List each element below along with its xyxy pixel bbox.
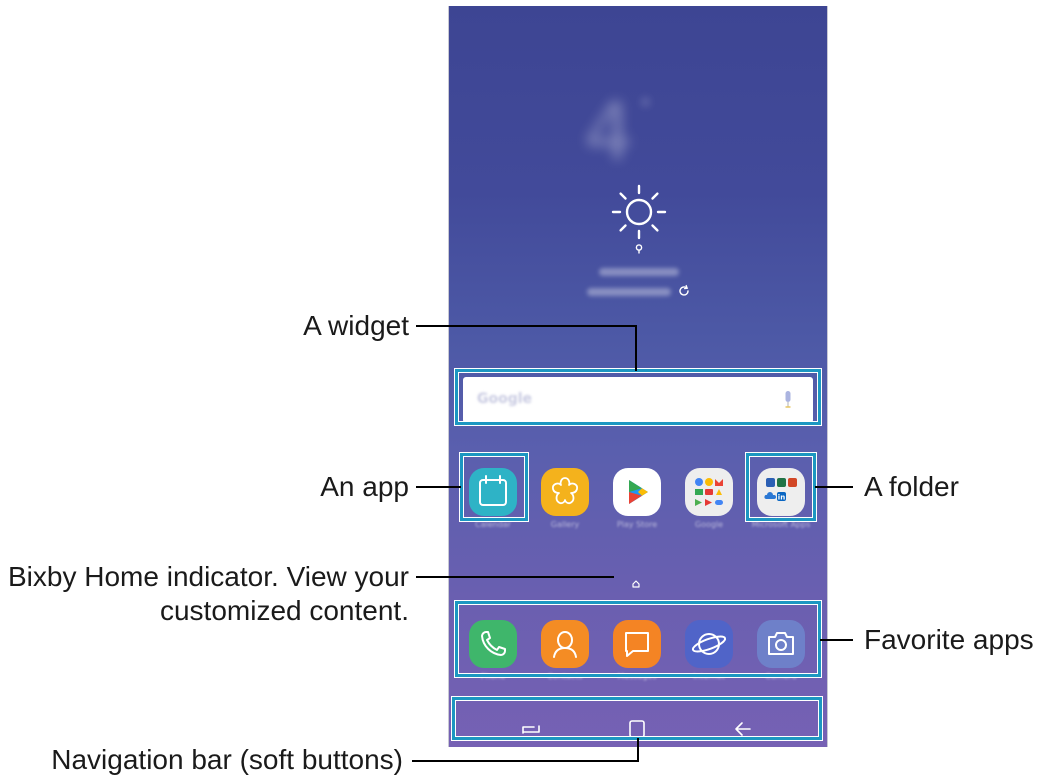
navigation-callout-line [412, 760, 639, 762]
weather-updated-time [587, 288, 671, 296]
callout-navigation-bar: Navigation bar (soft buttons) [51, 744, 403, 775]
app-label: Play Store [616, 520, 658, 529]
temperature-degree: ° [639, 94, 652, 124]
location-pin-icon [635, 244, 643, 254]
callout-bixby-line2: customized content. [159, 595, 409, 626]
app-highlight-box [460, 453, 528, 521]
app-label: Google [694, 520, 724, 529]
app-label: Microsoft Apps [751, 520, 811, 529]
google-folder-icon [685, 468, 733, 516]
bixby-callout-line [416, 576, 614, 578]
play-store-icon [613, 468, 661, 516]
weather-location [599, 268, 679, 276]
favorite-apps-highlight-box [455, 601, 821, 677]
app-label: Gallery [550, 520, 580, 529]
favorite-apps-callout-line [820, 639, 853, 641]
app-callout-line [416, 486, 461, 488]
widget-callout-line [416, 325, 637, 327]
folder-callout-line [815, 486, 853, 488]
callout-a-widget: A widget [303, 310, 409, 341]
navigation-callout-line-vertical [637, 738, 639, 762]
sun-icon[interactable] [609, 182, 669, 242]
weather-temperature: 4 [584, 88, 634, 178]
callout-favorite-apps: Favorite apps [864, 624, 1034, 655]
app-label: Calendar [475, 520, 511, 529]
widget-callout-line-vertical [635, 325, 637, 371]
callout-bixby-line1: Bixby Home indicator. View your [8, 561, 409, 592]
refresh-icon[interactable] [677, 284, 691, 298]
widget-highlight-box [455, 369, 821, 425]
bixby-home-indicator-icon[interactable] [631, 579, 641, 589]
callout-an-app: An app [320, 471, 409, 502]
folder-highlight-box [746, 453, 816, 521]
gallery-icon [541, 468, 589, 516]
callout-a-folder: A folder [864, 471, 959, 502]
navigation-bar-highlight-box [452, 697, 822, 740]
